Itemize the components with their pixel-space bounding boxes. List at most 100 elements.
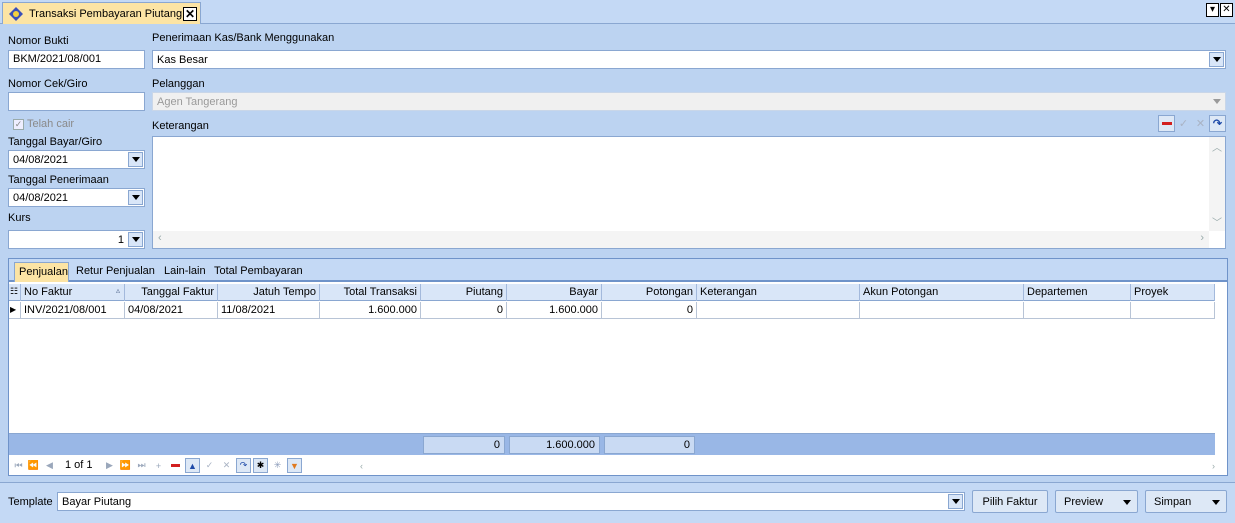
pilih-faktur-button[interactable]: Pilih Faktur	[972, 490, 1048, 513]
check-icon[interactable]: ✓	[1175, 115, 1192, 132]
cell-piutang[interactable]: 0	[421, 302, 507, 319]
header-bayar[interactable]: Bayar	[507, 284, 602, 301]
scroll-left-icon[interactable]: ‹	[354, 458, 369, 473]
preview-dropdown-icon[interactable]	[1123, 500, 1131, 505]
tanggal-penerimaan-value: 04/08/2021	[13, 191, 69, 204]
tab-lain-lain[interactable]: Lain-lain	[160, 262, 210, 282]
grid-tabs: Penjualan Retur Penjualan Lain-lain Tota…	[9, 259, 1227, 282]
first-record-icon[interactable]: ⏮	[11, 458, 26, 473]
kurs-label: Kurs	[8, 212, 31, 224]
cell-akun-potongan[interactable]	[860, 302, 1024, 319]
header-tanggal-faktur[interactable]: Tanggal Faktur	[125, 284, 218, 301]
cell-total-transaksi[interactable]: 1.600.000	[320, 302, 421, 319]
header-no-faktur[interactable]: No Faktur ▵	[21, 284, 125, 301]
document-tab[interactable]: Transaksi Pembayaran Piutang ✕	[2, 2, 201, 24]
pelanggan-label: Pelanggan	[152, 78, 205, 90]
cancel-edit-icon[interactable]: ✕	[219, 458, 234, 473]
tanggal-penerimaan-date-picker[interactable]: 04/08/2021	[8, 188, 145, 207]
delete-icon[interactable]	[1158, 115, 1175, 132]
header-jatuh-tempo[interactable]: Jatuh Tempo	[218, 284, 320, 301]
delete-record-icon[interactable]	[168, 458, 183, 473]
footer-potongan-total: 0	[604, 436, 695, 454]
pelanggan-combo: Agen Tangerang	[152, 92, 1226, 111]
refresh-record-icon[interactable]: ↷	[236, 458, 251, 473]
nomor-bukti-input[interactable]: BKM/2021/08/001	[8, 50, 145, 69]
grid-footer: 0 1.600.000 0	[9, 433, 1215, 455]
header-akun-potongan[interactable]: Akun Potongan	[860, 284, 1024, 301]
sort-ascending-icon: ▵	[115, 286, 120, 295]
insert-record-icon[interactable]: +	[151, 458, 166, 473]
header-keterangan[interactable]: Keterangan	[697, 284, 860, 301]
simpan-button[interactable]: Simpan	[1145, 490, 1227, 513]
telah-cair-checkbox[interactable]: ✓ Telah cair	[13, 118, 74, 130]
cell-proyek[interactable]	[1131, 302, 1215, 319]
tab-total-pembayaran[interactable]: Total Pembayaran	[210, 262, 307, 282]
cell-keterangan[interactable]	[697, 302, 860, 319]
document-tab-strip: Transaksi Pembayaran Piutang ✕ ▾ ✕	[0, 0, 1235, 24]
template-value: Bayar Piutang	[62, 495, 132, 508]
header-total-transaksi[interactable]: Total Transaksi	[320, 284, 421, 301]
kas-bank-combo[interactable]: Kas Besar	[152, 50, 1226, 69]
kurs-spin-edit[interactable]: 1	[8, 230, 145, 249]
tanggal-bayar-label: Tanggal Bayar/Giro	[8, 136, 103, 148]
cancel-icon[interactable]: ✕	[1192, 115, 1209, 132]
preview-button[interactable]: Preview	[1055, 490, 1138, 513]
cell-jatuh-tempo[interactable]: 11/08/2021	[218, 302, 320, 319]
bottom-bar: Template Bayar Piutang Pilih Faktur Prev…	[0, 482, 1235, 523]
prev-page-icon[interactable]: ⏪	[26, 458, 41, 473]
chevron-down-icon[interactable]	[128, 152, 143, 167]
row-indicator-icon: ▶	[9, 302, 21, 319]
goto-bookmark-icon[interactable]: ✳	[270, 458, 285, 473]
chevron-down-icon[interactable]	[948, 494, 963, 509]
tab-penjualan[interactable]: Penjualan	[14, 262, 69, 282]
cell-bayar[interactable]: 1.600.000	[507, 302, 602, 319]
chevron-down-icon	[1209, 94, 1224, 109]
prev-record-icon[interactable]: ◀	[42, 458, 57, 473]
simpan-dropdown-icon[interactable]	[1212, 500, 1220, 505]
header-proyek[interactable]: Proyek	[1131, 284, 1215, 301]
detail-grid-panel: Penjualan Retur Penjualan Lain-lain Tota…	[8, 258, 1228, 476]
window-close-icon[interactable]: ✕	[1220, 3, 1233, 17]
tab-close-icon[interactable]: ✕	[183, 6, 197, 21]
chevron-down-icon[interactable]	[128, 232, 143, 247]
simpan-label: Simpan	[1154, 495, 1192, 508]
scroll-down-icon[interactable]: ﹀	[1209, 214, 1225, 229]
table-row[interactable]: ▶ INV/2021/08/001 04/08/2021 11/08/2021 …	[9, 302, 1215, 319]
grid-navigator: ⏮ ⏪ ◀ 1 of 1 ▶ ⏩ ⏭ + ▲ ✓ ✕ ↷ ✱ ✳ ▼ ‹ ›	[9, 457, 1227, 475]
scroll-up-icon[interactable]: ︿	[1209, 139, 1225, 154]
column-chooser-icon[interactable]: ☷	[9, 284, 21, 301]
tanggal-bayar-value: 04/08/2021	[13, 153, 69, 166]
refresh-icon[interactable]: ↷	[1209, 115, 1226, 132]
cell-potongan[interactable]: 0	[602, 302, 697, 319]
window-menu-icon[interactable]: ▾	[1206, 3, 1219, 17]
next-record-icon[interactable]: ▶	[102, 458, 117, 473]
next-page-icon[interactable]: ⏩	[118, 458, 133, 473]
tanggal-bayar-date-picker[interactable]: 04/08/2021	[8, 150, 145, 169]
cell-tanggal-faktur[interactable]: 04/08/2021	[125, 302, 218, 319]
cell-departemen[interactable]	[1024, 302, 1131, 319]
document-tab-title: Transaksi Pembayaran Piutang	[29, 7, 183, 20]
record-count-text: 1 of 1	[65, 459, 93, 471]
filter-icon[interactable]: ▼	[287, 458, 302, 473]
template-combo[interactable]: Bayar Piutang	[57, 492, 965, 511]
edit-record-icon[interactable]: ▲	[185, 458, 200, 473]
scroll-left-icon[interactable]: ‹	[158, 232, 162, 244]
pelanggan-value: Agen Tangerang	[157, 95, 238, 108]
chevron-down-icon[interactable]	[1209, 52, 1224, 67]
scroll-right-icon[interactable]: ›	[1200, 232, 1204, 244]
nomor-cek-input[interactable]	[8, 92, 145, 111]
chevron-down-icon[interactable]	[128, 190, 143, 205]
header-departemen[interactable]: Departemen	[1024, 284, 1131, 301]
save-bookmark-icon[interactable]: ✱	[253, 458, 268, 473]
keterangan-memo[interactable]: ︿ ﹀ ‹ ›	[152, 136, 1226, 249]
memo-vertical-scrollbar[interactable]: ︿ ﹀	[1209, 137, 1225, 231]
header-potongan[interactable]: Potongan	[602, 284, 697, 301]
post-edit-icon[interactable]: ✓	[202, 458, 217, 473]
footer-piutang-total: 0	[423, 436, 505, 454]
tab-retur-penjualan[interactable]: Retur Penjualan	[72, 262, 159, 282]
scroll-right-icon[interactable]: ›	[1206, 458, 1221, 473]
memo-horizontal-scrollbar[interactable]: ‹ ›	[153, 231, 1209, 248]
header-piutang[interactable]: Piutang	[421, 284, 507, 301]
last-record-icon[interactable]: ⏭	[134, 458, 149, 473]
cell-no-faktur[interactable]: INV/2021/08/001	[21, 302, 125, 319]
